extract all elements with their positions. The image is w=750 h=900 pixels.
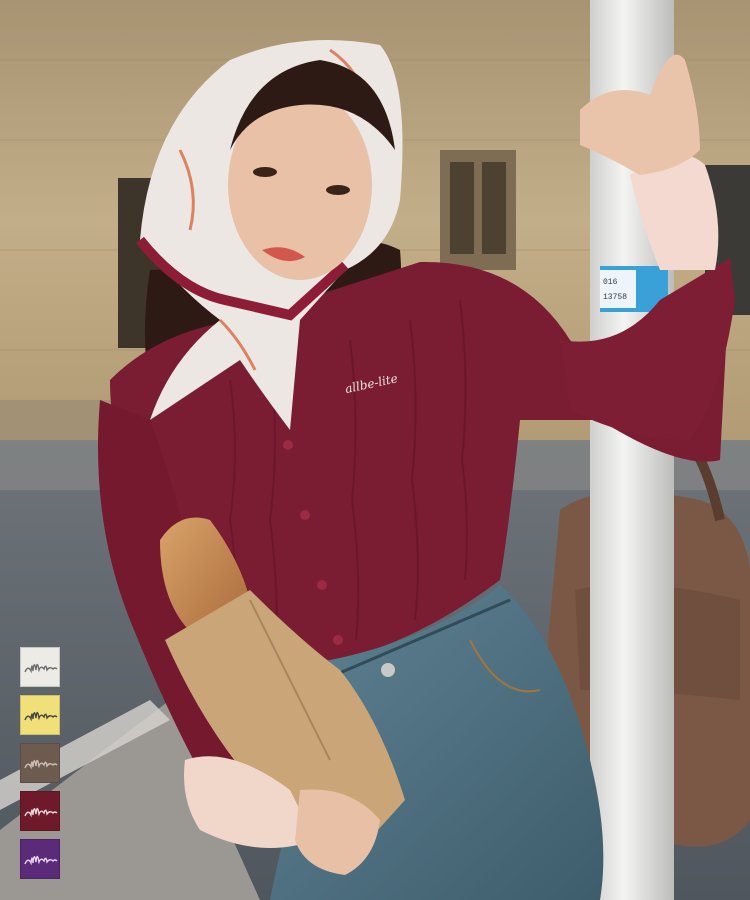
- color-swatch-list: [20, 647, 60, 879]
- brand-logo-script: [24, 663, 58, 674]
- brand-logo-script: [24, 855, 58, 866]
- model-photo: allbe-lite: [0, 0, 750, 900]
- jeans-button: [381, 663, 395, 677]
- color-swatch-burgundy[interactable]: [20, 791, 60, 831]
- brand-logo-script: [24, 711, 58, 722]
- color-swatch-brown[interactable]: [20, 743, 60, 783]
- window-pane: [482, 162, 506, 254]
- brand-logo-icon: [24, 711, 58, 722]
- brand-logo-icon: [24, 663, 58, 674]
- brand-logo-icon: [24, 807, 58, 818]
- brand-logo-icon: [24, 759, 58, 770]
- window-pane: [450, 162, 474, 254]
- brand-logo-script: [24, 807, 58, 818]
- color-swatch-yellow[interactable]: [20, 695, 60, 735]
- product-photo: allbe-lite 016 13758: [0, 0, 750, 900]
- left-eye: [253, 167, 277, 177]
- color-swatch-purple[interactable]: [20, 839, 60, 879]
- pole-sticker-text: 016 13758: [603, 278, 627, 302]
- brand-logo-icon: [24, 855, 58, 866]
- brand-logo-script: [24, 759, 58, 770]
- pole-label-line2: 13758: [603, 293, 627, 302]
- right-eye: [326, 185, 350, 195]
- color-swatch-white[interactable]: [20, 647, 60, 687]
- pole-label-line1: 016: [603, 278, 618, 287]
